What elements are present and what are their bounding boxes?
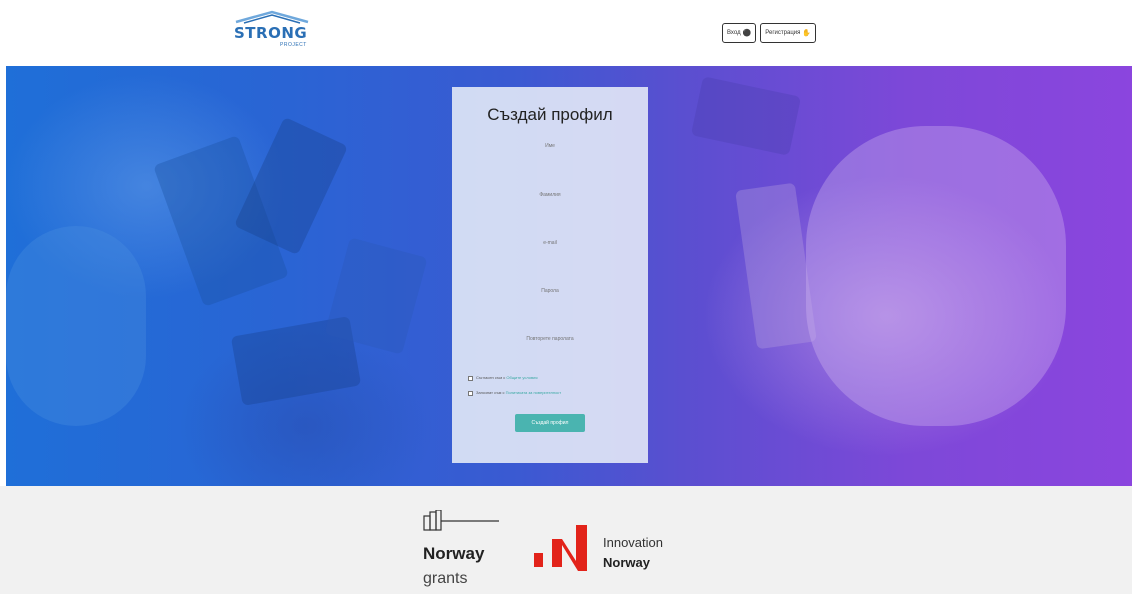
logo-wordmark: STRONG <box>234 24 308 42</box>
lock-icon: ⚫ <box>742 30 752 37</box>
register-label: Регистрация <box>765 30 801 36</box>
innovation-norway-line1: Innovation <box>603 535 663 550</box>
logo-subtext: PROJECT <box>280 42 307 48</box>
last-name-input[interactable] <box>472 181 628 209</box>
terms-link[interactable]: Общите условия <box>506 375 537 380</box>
privacy-link[interactable]: Политиката за поверителност <box>506 390 562 395</box>
bg-hand-shape <box>6 226 146 426</box>
password-repeat-input[interactable] <box>472 325 628 353</box>
bg-wood-block <box>735 182 817 350</box>
terms-consent-row: Съгласен съм с Общите условия <box>468 375 632 381</box>
create-profile-button[interactable]: Създай профил <box>515 414 585 432</box>
first-name-input[interactable] <box>472 132 628 160</box>
thumbs-up-icon: ✋ <box>802 30 812 37</box>
bg-wood-block <box>324 237 428 355</box>
norway-grants-logo-icon <box>423 510 499 531</box>
privacy-consent-row: Запознат съм с Политиката за поверително… <box>468 390 632 396</box>
bg-wood-block <box>690 76 802 156</box>
terms-checkbox[interactable] <box>468 376 473 381</box>
terms-text: Съгласен съм с Общите условия <box>476 375 538 380</box>
form-title: Създай профил <box>487 105 613 124</box>
login-label: Вход <box>727 30 741 36</box>
login-button[interactable]: Вход ⚫ <box>722 23 757 43</box>
roof-logo-icon <box>235 10 309 24</box>
innovation-norway-line2: Norway <box>603 555 650 570</box>
norway-grants-line1: Norway <box>423 544 485 563</box>
strong-project-logo[interactable]: STRONG PROJECT <box>230 10 314 54</box>
register-button[interactable]: Регистрация ✋ <box>760 23 817 43</box>
password-input[interactable] <box>472 277 628 305</box>
header-nav: Вход ⚫ Регистрация ✋ <box>722 23 817 43</box>
norway-grants-line2: grants <box>423 570 468 587</box>
privacy-checkbox[interactable] <box>468 391 473 396</box>
site-header: STRONG PROJECT Вход ⚫ Регистрация ✋ <box>0 0 1132 66</box>
register-form-card: Създай профил Съгласен съм с Общите усло… <box>452 87 648 463</box>
bg-hand-shape <box>806 126 1066 426</box>
email-input[interactable] <box>472 229 628 257</box>
privacy-text: Запознат съм с Политиката за поверително… <box>476 390 562 395</box>
innovation-norway-logo-icon <box>534 525 587 571</box>
